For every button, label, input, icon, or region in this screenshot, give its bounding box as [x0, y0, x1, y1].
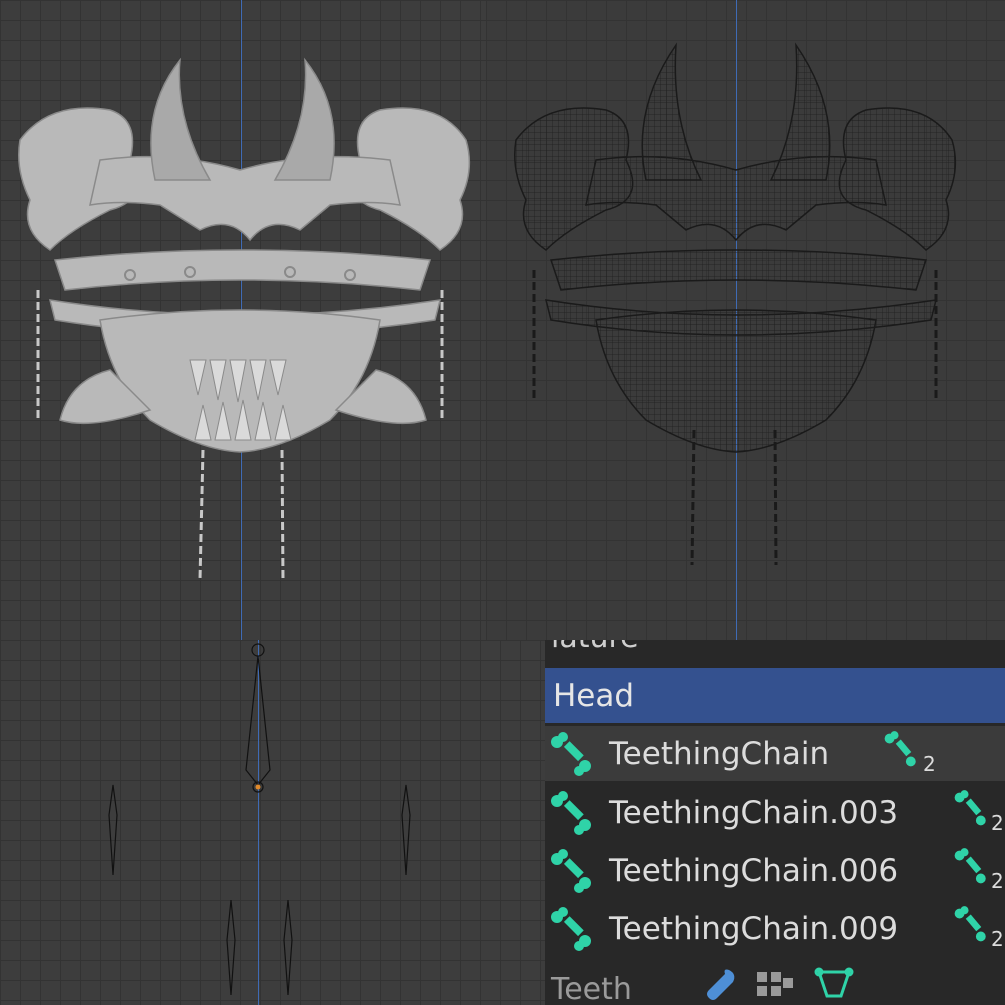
active-bone-dot [255, 784, 261, 790]
outliner-panel[interactable]: iature Head TeethingChain 2 TeethingChai… [545, 640, 1005, 1005]
bone-icon [551, 907, 591, 951]
wireframe-viewport[interactable] [486, 0, 1005, 640]
bone-icon [551, 849, 591, 893]
outliner-row-teethingchain-009[interactable]: TeethingChain.009 2 [545, 901, 1005, 956]
head-bone [245, 655, 271, 786]
outliner-partial-teeth: Teeth [551, 972, 632, 1005]
head-bone-tail [251, 643, 265, 657]
solid-viewport[interactable] [0, 0, 486, 640]
chain-bone-center-left [226, 899, 236, 996]
child-count: 2 [991, 927, 1004, 951]
wrench-icon[interactable] [703, 966, 739, 1002]
outliner-label: TeethingChain [609, 735, 830, 772]
bone-icon [954, 906, 986, 942]
mask-model-solid [18, 57, 471, 581]
armature-bones [108, 643, 411, 996]
outliner-row-head[interactable]: Head [545, 668, 1005, 723]
child-count: 2 [991, 811, 1004, 835]
outliner-partial-armature: iature [551, 640, 639, 655]
bone-icon [551, 791, 591, 835]
bone-icon [954, 848, 986, 884]
chain-bone-center-right [283, 899, 293, 996]
outliner-label: TeethingChain.009 [609, 910, 899, 947]
bone-icon [884, 731, 916, 767]
outliner-row-teethingchain-003[interactable]: TeethingChain.003 2 [545, 785, 1005, 840]
mask-model-wireframe [514, 42, 957, 566]
chain-bone-left [108, 784, 118, 876]
child-count: 2 [991, 869, 1004, 893]
chain-bone-right [401, 784, 411, 876]
outliner-row-teethingchain-006[interactable]: TeethingChain.006 2 [545, 843, 1005, 898]
armature-data-icon[interactable] [813, 966, 855, 1002]
bone-icon [954, 790, 986, 826]
outliner-label: TeethingChain.003 [609, 794, 899, 831]
child-count: 2 [923, 752, 936, 776]
outliner-row-teethingchain[interactable]: TeethingChain 2 [545, 726, 1005, 781]
bone-icon [551, 732, 591, 776]
outliner-label: TeethingChain.006 [609, 852, 899, 889]
vertex-groups-icon[interactable] [755, 968, 795, 1000]
armature-viewport[interactable] [0, 640, 545, 1005]
outliner-label-head: Head [553, 677, 635, 714]
